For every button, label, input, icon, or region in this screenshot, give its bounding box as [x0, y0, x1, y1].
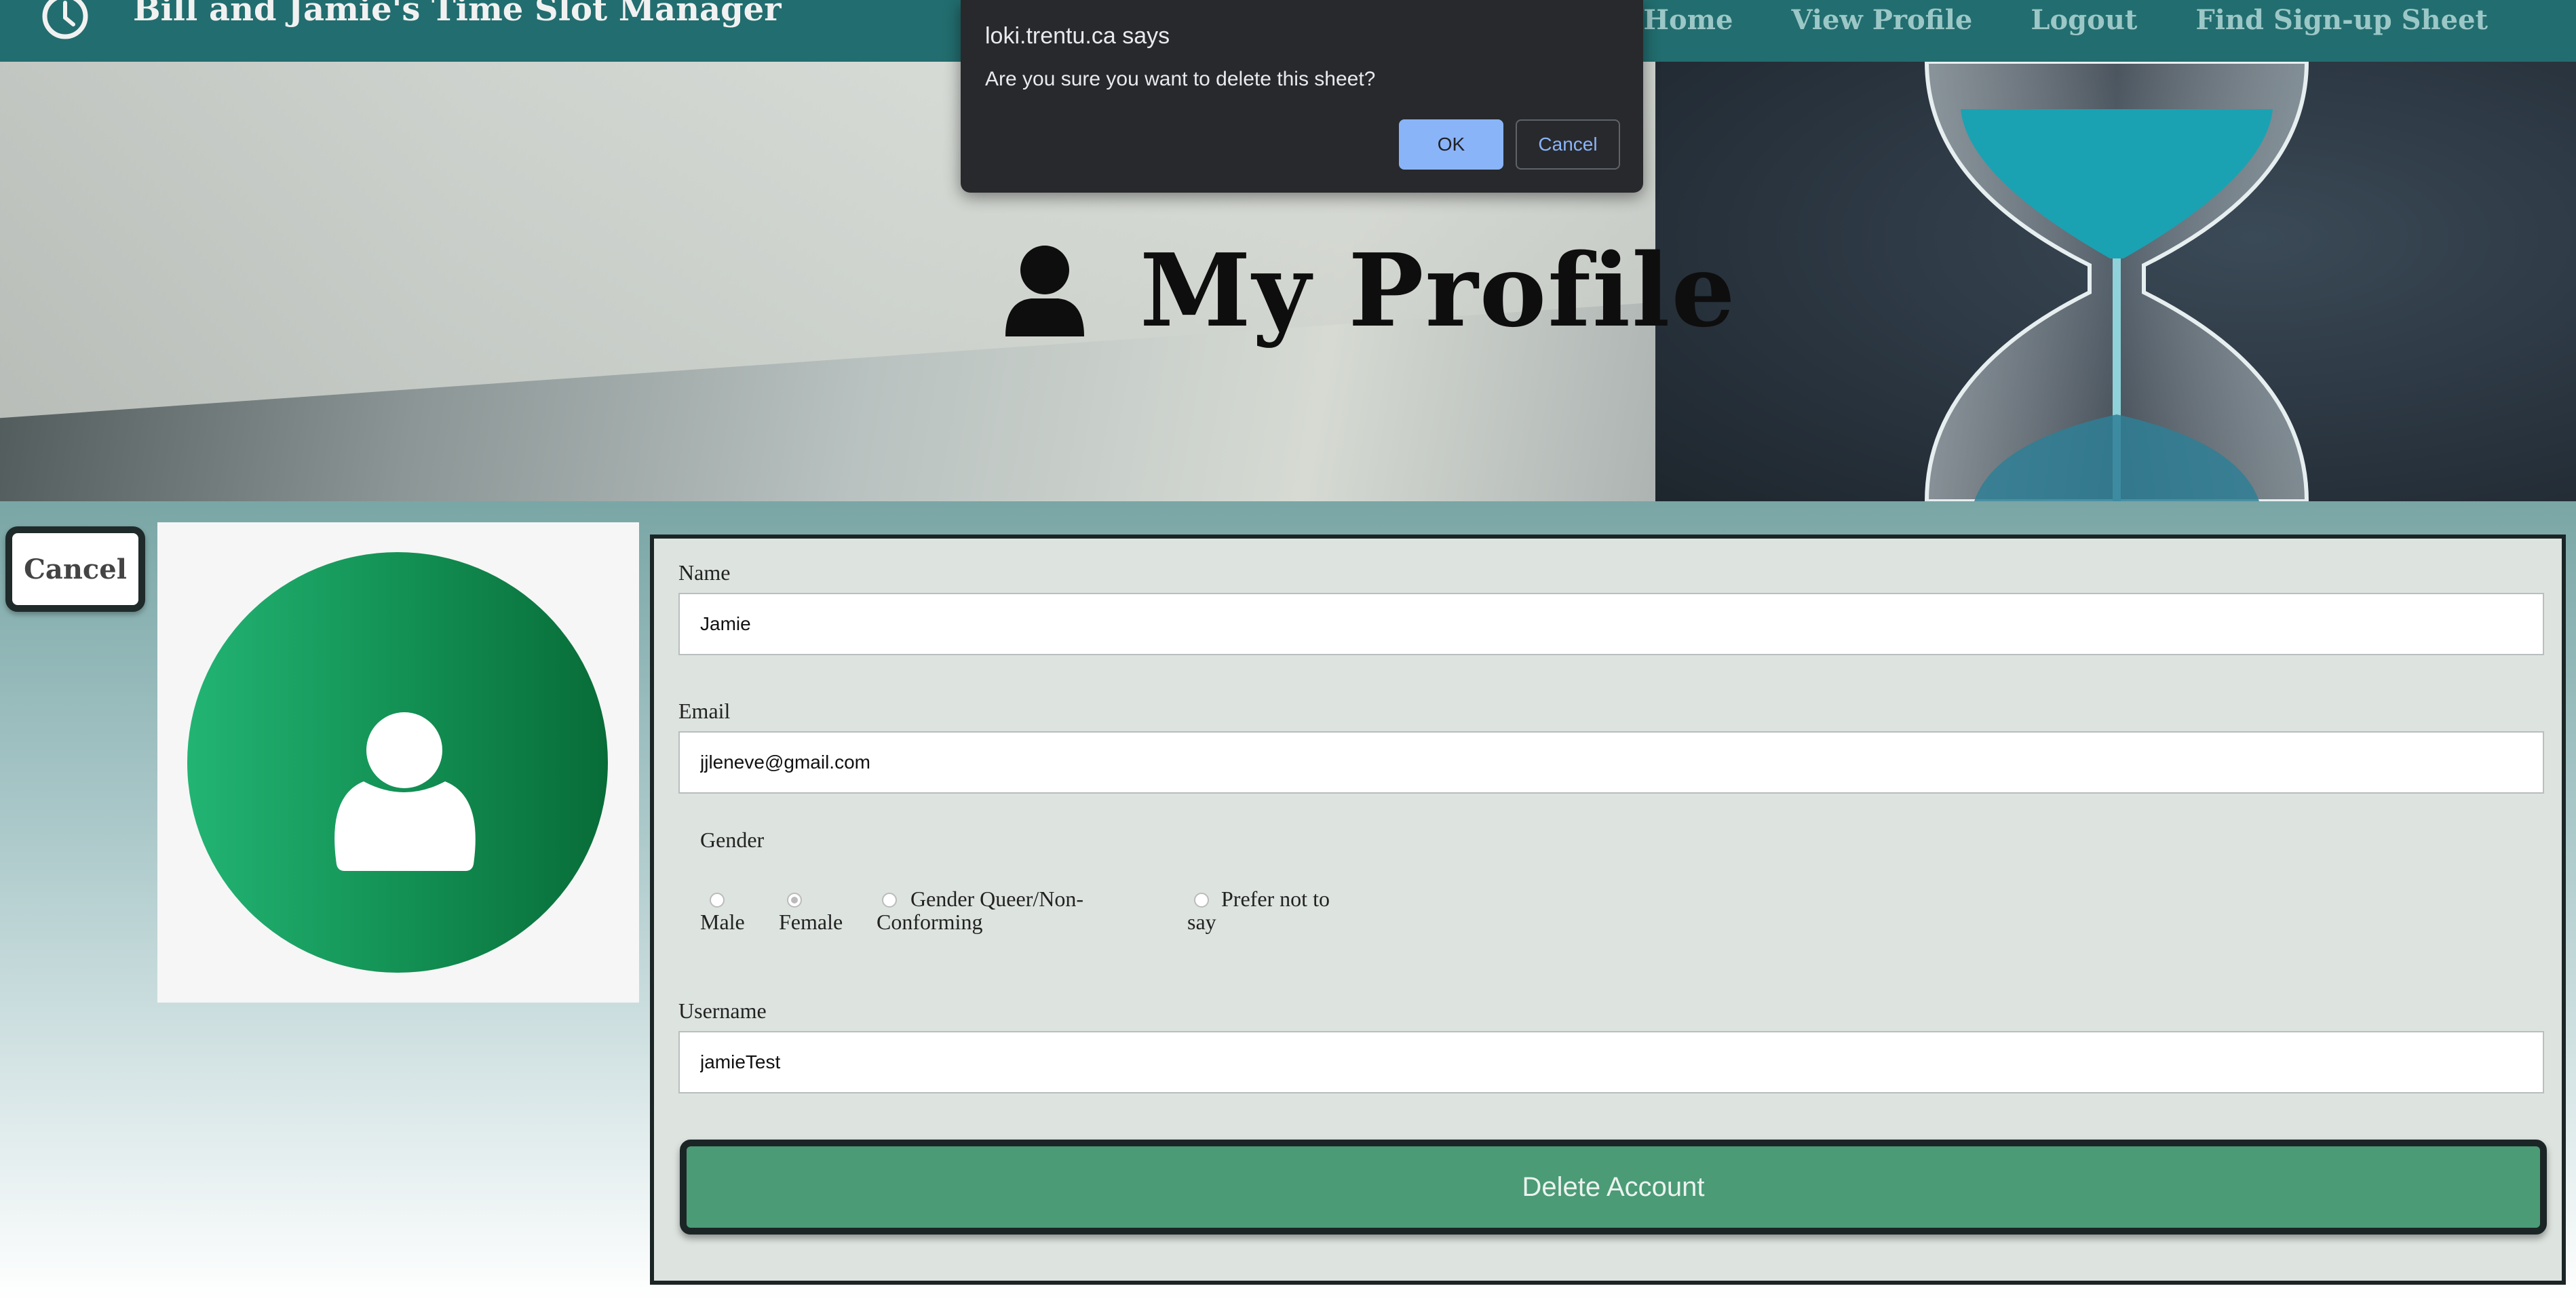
gender-label: Gender [700, 828, 765, 852]
email-field[interactable] [678, 731, 2544, 794]
gender-female-label: Female [779, 910, 843, 934]
page-title: My Profile [1004, 231, 1737, 349]
dialog-origin: loki.trentu.ca says [985, 23, 1170, 49]
nav-find-signup-sheet-link[interactable]: Find Sign-up Sheet [2195, 4, 2488, 36]
username-label: Username [678, 998, 767, 1023]
brand-title[interactable]: Bill and Jamie's Time Slot Manager [133, 0, 781, 28]
confirm-dialog: loki.trentu.ca says Are you sure you wan… [961, 0, 1643, 193]
dialog-cancel-button[interactable]: Cancel [1516, 119, 1620, 170]
gender-prefer-not-label: Prefer not to say [1187, 887, 1330, 934]
user-avatar-icon [334, 712, 476, 871]
gender-female-radio[interactable] [787, 893, 802, 908]
avatar[interactable] [187, 552, 608, 973]
dialog-ok-button[interactable]: OK [1399, 119, 1503, 170]
nav-logout-link[interactable]: Logout [2031, 4, 2137, 36]
nav-links: Home View Profile Logout Find Sign-up Sh… [1643, 4, 2488, 36]
name-label: Name [678, 560, 731, 585]
cancel-button[interactable]: Cancel [5, 526, 145, 612]
dialog-message: Are you sure you want to delete this she… [985, 68, 1376, 90]
gender-male-label: Male [700, 910, 745, 934]
user-icon [1005, 246, 1084, 336]
gender-male-radio[interactable] [710, 893, 725, 908]
delete-account-button[interactable]: Delete Account [680, 1140, 2547, 1235]
nav-view-profile-link[interactable]: View Profile [1791, 4, 1972, 36]
gender-queer-label: Gender Queer/Non-Conforming [877, 887, 1083, 934]
page-title-text: My Profile [1140, 231, 1737, 349]
name-field[interactable] [678, 593, 2544, 655]
avatar-panel [157, 522, 639, 1003]
username-field[interactable] [678, 1031, 2544, 1093]
nav-home-link[interactable]: Home [1643, 4, 1733, 36]
hourglass-image [1924, 62, 2309, 501]
profile-form: Name Email Gender Male Female Gender Que… [650, 535, 2566, 1285]
clock-icon[interactable] [41, 0, 90, 41]
email-label: Email [678, 699, 731, 723]
